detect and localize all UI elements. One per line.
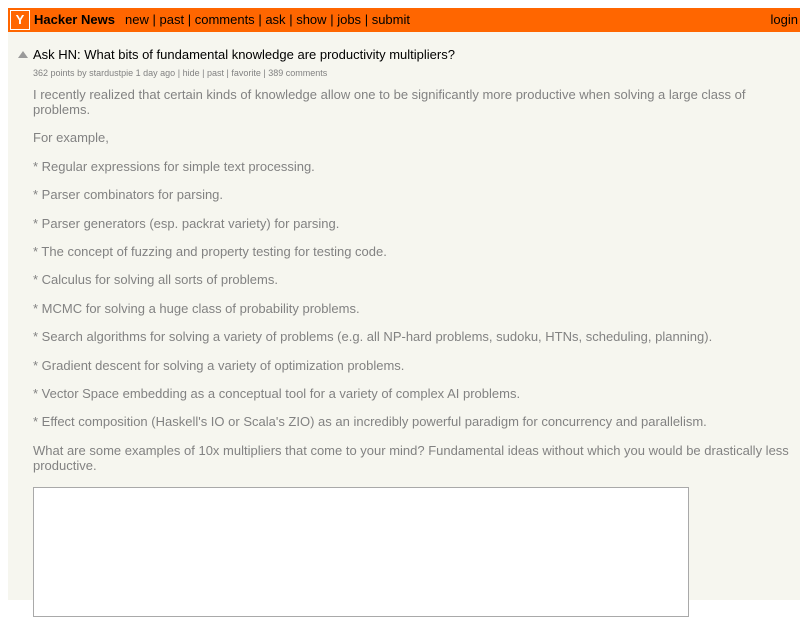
story-points: 362 points xyxy=(33,68,75,78)
story-subtext: 362 points by stardustpie 1 day ago | hi… xyxy=(33,68,327,78)
body-list-item: * Search algorithms for solving a variet… xyxy=(33,329,713,345)
nav-separator: | xyxy=(152,12,156,27)
comment-textarea[interactable] xyxy=(33,487,689,617)
nav-jobs[interactable]: jobs xyxy=(337,12,361,27)
subtext-separator: | xyxy=(202,68,205,78)
nav-new[interactable]: new xyxy=(125,12,149,27)
body-list-item: * The concept of fuzzing and property te… xyxy=(33,243,387,259)
body-list-item: * Calculus for solving all sorts of prob… xyxy=(33,272,278,288)
nav-separator: | xyxy=(330,12,334,27)
body-paragraph: For example, xyxy=(33,130,109,146)
body-paragraph: I recently realized that certain kinds o… xyxy=(33,87,746,117)
favorite-link[interactable]: favorite xyxy=(231,68,261,78)
body-list-item: * Parser combinators for parsing. xyxy=(33,187,224,203)
subtext-separator: | xyxy=(177,68,181,78)
subtext-separator: | xyxy=(226,68,229,78)
site-name-link[interactable]: Hacker News xyxy=(34,12,115,27)
nav-past[interactable]: past xyxy=(160,12,185,27)
y-logo-icon[interactable]: Y xyxy=(10,10,30,30)
nav-separator: | xyxy=(187,12,192,27)
subtext-separator: | xyxy=(263,68,266,78)
body-list-item: * MCMC for solving a huge class of proba… xyxy=(33,300,360,316)
comments-link[interactable]: 389 comments xyxy=(268,68,327,78)
story-title[interactable]: Ask HN: What bits of fundamental knowled… xyxy=(33,47,455,62)
nav-separator: | xyxy=(289,12,293,27)
nav-submit[interactable]: submit xyxy=(372,12,410,27)
story-user-link[interactable]: stardustpie xyxy=(89,68,133,78)
nav-comments[interactable]: comments xyxy=(195,12,255,27)
body-list-item: * Parser generators (esp. packrat variet… xyxy=(33,215,340,231)
upvote-arrow-icon[interactable] xyxy=(18,51,28,58)
body-list-item: * Vector Space embedding as a conceptual… xyxy=(33,385,521,401)
story-age-link[interactable]: 1 day ago xyxy=(136,68,176,78)
hide-link[interactable]: hide xyxy=(183,68,200,78)
page: Y Hacker News new | past | comments | as… xyxy=(8,8,800,617)
nav-show[interactable]: show xyxy=(296,12,326,27)
nav-separator: | xyxy=(364,12,369,27)
top-bar: Y Hacker News new | past | comments | as… xyxy=(8,8,800,32)
body-list-item: * Gradient descent for solving a variety… xyxy=(33,357,405,373)
story-body: I recently realized that certain kinds o… xyxy=(33,87,793,486)
body-paragraph: What are some examples of 10x multiplier… xyxy=(33,442,789,473)
nav-links: new | past | comments | ask | show | job… xyxy=(125,12,410,27)
login-link[interactable]: login xyxy=(771,12,798,27)
nav-separator: | xyxy=(258,12,262,27)
by-label: by xyxy=(77,68,87,78)
body-list-item: * Effect composition (Haskell's IO or Sc… xyxy=(33,414,707,430)
nav-ask[interactable]: ask xyxy=(265,12,285,27)
past-link[interactable]: past xyxy=(207,68,224,78)
body-list-item: * Regular expressions for simple text pr… xyxy=(33,158,315,174)
